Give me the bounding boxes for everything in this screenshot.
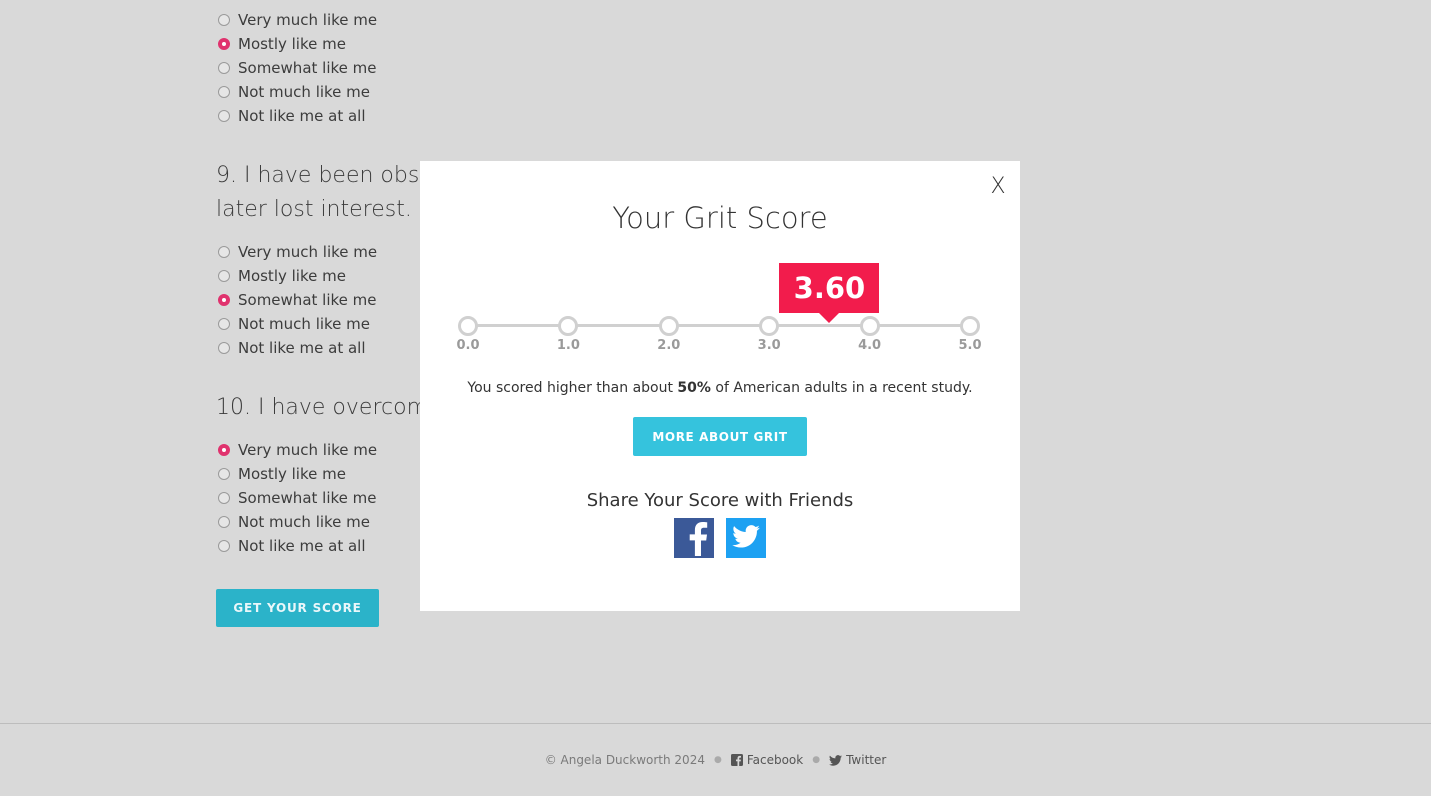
q10-radio-3[interactable] <box>218 492 230 504</box>
result-suffix: of American adults in a recent study. <box>710 380 973 396</box>
share-title: Share Your Score with Friends <box>586 490 854 511</box>
q8-radio-5[interactable] <box>218 110 230 122</box>
get-your-score-button[interactable]: GET YOUR SCORE <box>216 589 379 627</box>
q10-radio-4[interactable] <box>218 516 230 528</box>
q10-option-not-at-all[interactable]: Not like me at all <box>216 534 366 558</box>
share-facebook-button[interactable] <box>674 518 714 558</box>
q8-option-very-much[interactable]: Very much like me <box>216 8 377 32</box>
scale-tick <box>960 316 980 336</box>
scale-tick-label: 5.0 <box>958 338 982 353</box>
twitter-icon <box>829 754 843 766</box>
q10-option-somewhat[interactable]: Somewhat like me <box>216 486 376 510</box>
q8-radio-3[interactable] <box>218 62 230 74</box>
option-label: Mostly like me <box>238 35 346 53</box>
q10-option-very-much[interactable]: Very much like me <box>216 438 377 462</box>
option-label: Somewhat like me <box>238 291 377 309</box>
option-label: Very much like me <box>238 243 378 261</box>
option-label: Somewhat like me <box>238 489 377 507</box>
q9-radio-1[interactable] <box>218 246 230 258</box>
q8-option-not-much[interactable]: Not much like me <box>216 80 370 104</box>
separator-dot: ● <box>713 755 722 765</box>
q10-option-mostly[interactable]: Mostly like me <box>216 462 346 486</box>
option-label: Not much like me <box>238 513 371 531</box>
result-text: You scored higher than about 50% of Amer… <box>420 380 1020 396</box>
q10-radio-2[interactable] <box>218 468 230 480</box>
q8-radio-4[interactable] <box>218 86 230 98</box>
q9-radio-4[interactable] <box>218 318 230 330</box>
q9-radio-2[interactable] <box>218 270 230 282</box>
scale-tick <box>458 316 478 336</box>
scale-tick-label: 3.0 <box>757 338 781 353</box>
q9-option-somewhat[interactable]: Somewhat like me <box>216 288 376 312</box>
close-button[interactable]: X <box>988 173 1008 201</box>
share-twitter-button[interactable] <box>726 518 766 558</box>
q9-option-not-at-all[interactable]: Not like me at all <box>216 336 366 360</box>
score-badge: 3.60 <box>779 263 880 323</box>
separator-dot: ● <box>812 755 821 765</box>
scale-tick <box>558 316 579 336</box>
q10-option-not-much[interactable]: Not much like me <box>216 510 370 534</box>
option-label: Not much like me <box>238 83 371 101</box>
q9-option-mostly[interactable]: Mostly like me <box>216 264 346 288</box>
scale-tick <box>658 316 679 336</box>
facebook-link-text: Facebook <box>746 753 804 767</box>
q10-radio-1[interactable] <box>218 444 230 456</box>
q10-radio-5[interactable] <box>218 540 230 552</box>
q8-option-somewhat[interactable]: Somewhat like me <box>216 56 376 80</box>
twitter-icon <box>732 524 760 552</box>
scale-tick <box>859 316 880 336</box>
result-prefix: You scored higher than about <box>467 380 678 396</box>
share-buttons <box>420 518 1020 558</box>
q8-radio-2[interactable] <box>218 38 230 50</box>
option-label: Very much like me <box>238 441 378 459</box>
score-scale: 3.60 0.0 1.0 2.0 3.0 4.0 5.0 <box>420 261 1020 361</box>
facebook-icon <box>730 754 743 766</box>
facebook-icon <box>674 516 714 560</box>
q8-option-mostly[interactable]: Mostly like me <box>216 32 346 56</box>
scale-tick-label: 1.0 <box>556 338 580 353</box>
option-label: Mostly like me <box>238 267 346 285</box>
q8-radio-1[interactable] <box>218 14 230 26</box>
q9-radio-3[interactable] <box>218 294 230 306</box>
footer-twitter-link[interactable]: Twitter <box>829 753 886 767</box>
scale-tick-label: 0.0 <box>456 338 480 353</box>
modal-title: Your Grit Score <box>612 201 828 235</box>
copyright-text: © Angela Duckworth 2024 <box>544 753 705 767</box>
scale-tick <box>759 316 780 336</box>
result-percent: 50% <box>677 380 711 396</box>
q9-option-not-much[interactable]: Not much like me <box>216 312 370 336</box>
twitter-link-text: Twitter <box>846 753 887 767</box>
option-label: Not like me at all <box>238 537 366 555</box>
footer: © Angela Duckworth 2024 ● Facebook ● Twi… <box>0 724 1431 796</box>
grit-score-modal: X Your Grit Score 3.60 0.0 1.0 2.0 3.0 4.0 5.… <box>420 161 1020 611</box>
q8-option-not-at-all[interactable]: Not like me at all <box>216 104 366 128</box>
q9-radio-5[interactable] <box>218 342 230 354</box>
option-label: Somewhat like me <box>238 59 377 77</box>
q9-option-very-much[interactable]: Very much like me <box>216 240 377 264</box>
footer-facebook-link[interactable]: Facebook <box>730 753 804 767</box>
option-label: Very much like me <box>238 11 378 29</box>
scale-tick-label: 4.0 <box>858 338 882 353</box>
option-label: Not like me at all <box>238 107 366 125</box>
option-label: Mostly like me <box>238 465 346 483</box>
more-about-grit-button[interactable]: MORE ABOUT GRIT <box>633 417 807 456</box>
scale-tick-label: 2.0 <box>657 338 681 353</box>
option-label: Not like me at all <box>238 339 366 357</box>
scale-track <box>468 324 970 327</box>
option-label: Not much like me <box>238 315 371 333</box>
